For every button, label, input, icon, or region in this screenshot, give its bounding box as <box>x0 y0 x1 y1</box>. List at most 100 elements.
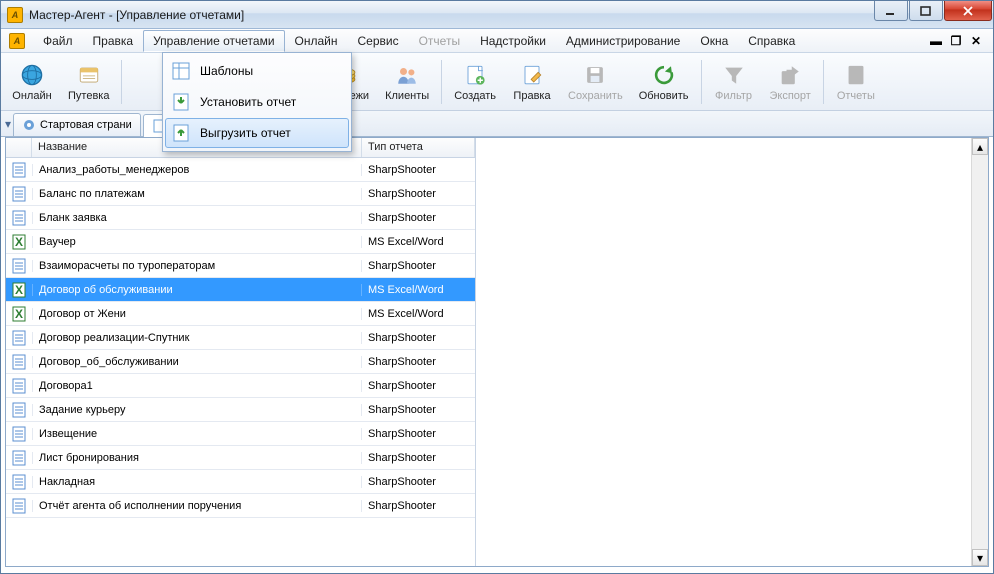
menu-dropdown-item[interactable]: Выгрузить отчет <box>165 118 349 148</box>
toolbar-edit-button[interactable]: Правка <box>505 56 559 108</box>
toolbar-label: Онлайн <box>12 90 51 102</box>
mdi-restore-button[interactable]: ❐ <box>949 34 963 48</box>
row-icon <box>6 354 32 370</box>
new-icon <box>461 61 489 89</box>
menu-item[interactable]: Файл <box>33 30 83 52</box>
table-row[interactable]: Задание курьеруSharpShooter <box>6 398 475 422</box>
mdi-minimize-button[interactable]: ▬ <box>929 34 943 48</box>
row-icon <box>6 330 32 346</box>
close-button[interactable] <box>944 1 992 21</box>
toolbar-new-button[interactable]: Создать <box>447 56 503 108</box>
table-row[interactable]: Договор_об_обслуживанииSharpShooter <box>6 350 475 374</box>
toolbar-label: Путевка <box>68 90 109 102</box>
table-row[interactable]: Бланк заявкаSharpShooter <box>6 206 475 230</box>
row-type: SharpShooter <box>362 500 475 512</box>
row-icon <box>6 186 32 202</box>
row-name: Ваучер <box>32 236 362 248</box>
scroll-down-icon[interactable]: ▾ <box>972 549 988 566</box>
tabstrip-expander-icon[interactable]: ▾ <box>3 117 13 131</box>
menu-item[interactable]: Управление отчетами <box>143 30 284 52</box>
row-icon: X <box>6 282 32 298</box>
table-row[interactable]: Баланс по платежамSharpShooter <box>6 182 475 206</box>
toolbar-label: Экспорт <box>770 90 811 102</box>
menu-item[interactable]: Администрирование <box>556 30 690 52</box>
scroll-up-icon[interactable]: ▴ <box>972 138 988 155</box>
toolbar-separator <box>121 60 122 104</box>
row-type: SharpShooter <box>362 404 475 416</box>
row-type: SharpShooter <box>362 452 475 464</box>
table-row[interactable]: Договор реализации-СпутникSharpShooter <box>6 326 475 350</box>
menu-item[interactable]: Онлайн <box>285 30 348 52</box>
row-name: Договор об обслуживании <box>32 284 362 296</box>
globe-icon <box>18 61 46 89</box>
menu-dropdown-item[interactable]: Установить отчет <box>165 87 349 117</box>
reports-menu-dropdown: Шаблоны Установить отчет Выгрузить отчет <box>162 52 352 152</box>
menu-item[interactable]: Окна <box>690 30 738 52</box>
table-row[interactable]: Лист бронированияSharpShooter <box>6 446 475 470</box>
toolbar-voucher-button[interactable]: Путевка <box>61 56 116 108</box>
column-header-type[interactable]: Тип отчета <box>362 138 475 157</box>
mdi-close-button[interactable]: ✕ <box>969 34 983 48</box>
grid-body: Анализ_работы_менеджеровSharpShooterБала… <box>6 158 475 566</box>
toolbar-reports-button: Отчеты <box>829 56 883 108</box>
window-buttons <box>874 1 993 28</box>
menu-item[interactable]: Сервис <box>348 30 409 52</box>
row-name: Анализ_работы_менеджеров <box>32 164 362 176</box>
tab-label: Стартовая страни <box>40 119 132 131</box>
row-name: Бланк заявка <box>32 212 362 224</box>
table-row[interactable]: XДоговор от ЖениMS Excel/Word <box>6 302 475 326</box>
reports-icon <box>842 61 870 89</box>
row-name: Договор от Жени <box>32 308 362 320</box>
menu-item: Отчеты <box>409 30 470 52</box>
table-row[interactable]: Взаиморасчеты по туроператорамSharpShoot… <box>6 254 475 278</box>
minimize-button[interactable] <box>874 1 908 21</box>
table-row[interactable]: X ВаучерMS Excel/Word <box>6 230 475 254</box>
svg-text:X: X <box>15 235 23 249</box>
content-area: Название Тип отчета Анализ_работы_менедж… <box>5 137 989 567</box>
toolbar-separator <box>441 60 442 104</box>
row-name: Договор_об_обслуживании <box>32 356 362 368</box>
menu-dropdown-item[interactable]: Шаблоны <box>165 56 349 86</box>
refresh-icon <box>650 61 678 89</box>
svg-text:X: X <box>15 307 23 321</box>
menu-item[interactable]: Правка <box>83 30 144 52</box>
table-row[interactable]: Отчёт агента об исполнении порученияShar… <box>6 494 475 518</box>
row-icon <box>6 402 32 418</box>
mdi-system-icon[interactable]: A <box>9 33 25 49</box>
row-type: SharpShooter <box>362 356 475 368</box>
table-row[interactable]: Анализ_работы_менеджеровSharpShooter <box>6 158 475 182</box>
toolbar-label: Создать <box>454 90 496 102</box>
row-name: Задание курьеру <box>32 404 362 416</box>
row-name: Договора1 <box>32 380 362 392</box>
toolbar-label: Обновить <box>639 90 689 102</box>
voucher-icon <box>75 61 103 89</box>
tab[interactable]: Стартовая страни <box>13 113 141 136</box>
row-type: SharpShooter <box>362 212 475 224</box>
toolbar-globe-button[interactable]: Онлайн <box>5 56 59 108</box>
row-icon <box>6 258 32 274</box>
row-name: Отчёт агента об исполнении поручения <box>32 500 362 512</box>
column-header-icon[interactable] <box>6 138 32 157</box>
filter-icon <box>720 61 748 89</box>
menu-item[interactable]: Справка <box>738 30 805 52</box>
row-name: Извещение <box>32 428 362 440</box>
toolbar-clients-button[interactable]: Клиенты <box>378 56 436 108</box>
menu-item[interactable]: Надстройки <box>470 30 556 52</box>
toolbar-export-button: Экспорт <box>763 56 818 108</box>
table-row[interactable]: ИзвещениеSharpShooter <box>6 422 475 446</box>
maximize-button[interactable] <box>909 1 943 21</box>
row-type: SharpShooter <box>362 380 475 392</box>
table-row[interactable]: XДоговор об обслуживанииMS Excel/Word <box>6 278 475 302</box>
toolbar-label: Клиенты <box>385 90 429 102</box>
vertical-scrollbar[interactable]: ▴ ▾ <box>971 138 988 566</box>
menubar: A ФайлПравкаУправление отчетамиОнлайнСер… <box>1 29 993 53</box>
toolbar-refresh-button[interactable]: Обновить <box>632 56 696 108</box>
row-type: MS Excel/Word <box>362 236 475 248</box>
row-icon <box>6 498 32 514</box>
titlebar: A Мастер-Агент - [Управление отчетами] <box>1 1 993 29</box>
table-row[interactable]: НакладнаяSharpShooter <box>6 470 475 494</box>
dropdown-label: Установить отчет <box>200 95 296 109</box>
table-row[interactable]: Договора1SharpShooter <box>6 374 475 398</box>
toolbar-save-button: Сохранить <box>561 56 630 108</box>
app-icon: A <box>7 7 23 23</box>
